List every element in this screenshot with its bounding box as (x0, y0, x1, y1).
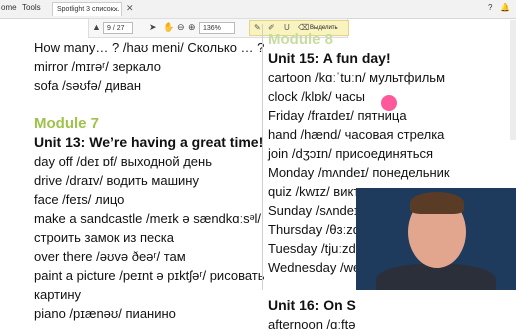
document-tab[interactable]: Spotlight 3 список... × (52, 2, 122, 16)
left-column: How many… ? /haʊ meni/ Сколько … ? mirro… (34, 38, 265, 323)
vocab-line: over there /əʊvə ðeəʳ/ там (34, 249, 186, 264)
vocab-line: paint a picture /peɪnt ə pɪktʃəʳ/ рисова… (34, 268, 265, 283)
vocab-line: картину (34, 287, 82, 302)
zoom-field[interactable]: 136% (199, 22, 235, 34)
new-tab-icon[interactable]: ✕ (126, 3, 134, 14)
column-divider (262, 24, 263, 290)
tools-tab[interactable]: Tools (22, 3, 41, 12)
webcam-overlay (356, 188, 516, 290)
unit-heading: Unit 16: On S (268, 297, 356, 313)
vertical-scrollbar[interactable] (510, 20, 516, 140)
vocab-line: afternoon /ɑːftə (268, 317, 356, 332)
app-toolbar: ome Tools Spotlight 3 список... × ✕ ? 🔔 (0, 0, 516, 19)
unit-heading: Unit 13: We’re having a great time! (34, 134, 264, 150)
unit-heading: Unit 15: A fun day! (268, 50, 391, 66)
zoom-out-icon[interactable]: ⊖ (177, 22, 185, 33)
hand-icon[interactable]: ✋ (163, 22, 174, 33)
cursor-icon[interactable]: ➤ (149, 22, 157, 33)
vocab-line: make a sandcastle /meɪk ə sændkɑːsᵊl/ (34, 211, 261, 226)
vocab-line: cartoon /kɑːˈtuːn/ мультфильм (268, 70, 446, 85)
module-heading: Module 8 (268, 31, 334, 48)
vocab-line: Monday /mʌndeɪ/ понедельник (268, 165, 450, 180)
vocab-line: Friday /fraɪdeɪ/ пятница (268, 108, 407, 123)
vocab-line: join /dʒɔɪn/ присоединяться (268, 146, 434, 161)
vocab-line: piano /pɪænəʊ/ пианино (34, 306, 176, 321)
vocab-line: How many… ? /haʊ meni/ Сколько … ? (34, 40, 265, 55)
presenter-hair (410, 192, 464, 214)
vocab-line: face /feɪs/ лицо (34, 192, 125, 207)
vocab-line: day off /deɪ ɒf/ выходной день (34, 154, 212, 169)
page-number-field[interactable]: 9 / 27 (103, 22, 133, 34)
zoom-in-icon[interactable]: ⊕ (188, 22, 196, 33)
vocab-line: drive /draɪv/ водить машину (34, 173, 199, 188)
page-up-icon[interactable]: ▲ (92, 22, 101, 32)
pointer-highlight (381, 95, 397, 111)
vocab-line: mirror /mɪrəʳ/ зеркало (34, 59, 161, 74)
vocab-line: clock /klɒk/ часы (268, 89, 366, 104)
vocab-line: sofa /səʊfə/ диван (34, 78, 141, 93)
document-tab-label: Spotlight 3 список... (57, 6, 120, 13)
home-tab[interactable]: ome (1, 3, 17, 12)
pen-icon[interactable]: ✎ (254, 23, 261, 32)
bell-icon[interactable]: 🔔 (500, 3, 510, 12)
close-icon[interactable]: × (113, 3, 118, 16)
vocab-line: hand /hænd/ часовая стрелка (268, 127, 445, 142)
help-icon[interactable]: ? (488, 3, 492, 12)
vocab-line: строить замок из песка (34, 230, 174, 245)
module-heading: Module 7 (34, 115, 100, 132)
